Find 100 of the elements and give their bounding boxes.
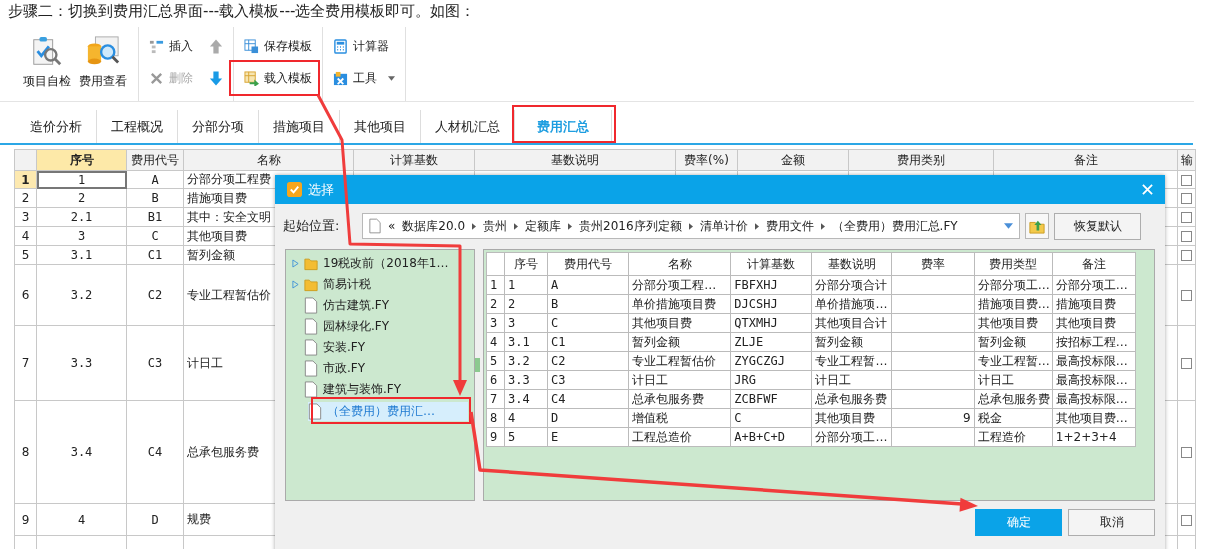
table-cell: 3.2 (504, 351, 548, 371)
table-cell: FBFXHJ (730, 275, 812, 295)
row-number: 2 (14, 188, 37, 208)
row-number: 6 (486, 370, 505, 390)
table-cell: C1 (547, 332, 629, 352)
table-cell: C2 (126, 264, 184, 326)
path-back[interactable]: « (388, 219, 396, 233)
table-cell: 其他项目费 (812, 408, 892, 428)
table-cell: DJCSHJ (730, 294, 812, 314)
path-segment[interactable]: 贵州 (483, 217, 508, 235)
table-cell: ZYGCZGJ (730, 351, 812, 371)
path-segment[interactable]: 贵州2016序列定额 (579, 217, 682, 235)
caption-text: 步骤二：切换到费用汇总界面---载入模板---选全费用模板即可。如图： (7, 1, 477, 22)
table-cell: C3 (547, 370, 629, 390)
toolbar-button[interactable]: 保存模板 (242, 35, 314, 57)
table-cell: C (126, 226, 184, 246)
toolbar-button[interactable]: 插入 (147, 35, 195, 57)
cancel-button[interactable]: 取消 (1068, 509, 1155, 536)
table-cell: 措施项目费 (1052, 294, 1136, 314)
toolbar-button[interactable]: 载入模板 (242, 67, 314, 89)
table-cell: ZCBFWF (730, 389, 812, 409)
tab[interactable]: 造价分析 (16, 110, 97, 143)
toolbar-button[interactable]: 项目自检 (20, 23, 74, 101)
path-segment[interactable]: 费用文件 (765, 217, 814, 235)
table-cell: 其他项目费 (1052, 313, 1136, 333)
tree-item[interactable]: （全费用）费用汇… (308, 402, 468, 421)
column-header: 金额 (737, 149, 849, 171)
table-cell: 税金 (974, 408, 1053, 428)
table-cell: 计日工 (628, 370, 731, 390)
table-cell: 分部分项工程… (628, 275, 731, 295)
table-cell: 暂列金额 (812, 332, 892, 352)
column-header: 名称 (628, 252, 731, 276)
column-header: 备注 (993, 149, 1178, 171)
row-number: 5 (14, 245, 37, 265)
row-number: 5 (486, 351, 505, 371)
column-header: 序号 (36, 149, 127, 171)
table-cell: C4 (547, 389, 629, 409)
table-cell: C3 (126, 325, 184, 401)
table-cell: 3.3 (36, 325, 127, 401)
table-cell: 3.1 (504, 332, 548, 352)
table-cell: 4 (36, 503, 127, 536)
tab[interactable]: 措施项目 (259, 110, 340, 143)
column-header: 费用类型 (974, 252, 1053, 276)
table-cell: E (547, 427, 629, 447)
column-header: 计算基数 (353, 149, 475, 171)
row-number: 1 (486, 275, 505, 295)
table-cell: A+B+C+D (730, 427, 812, 447)
tab[interactable]: 其他项目 (340, 110, 421, 143)
table-cell: 单价措施项… (812, 294, 892, 314)
reset-button[interactable]: 恢复默认 (1054, 212, 1141, 240)
table-cell: 其他项目费… (1052, 408, 1136, 428)
table-cell: 9 (891, 408, 975, 428)
column-header: 序号 (504, 252, 548, 276)
row-number: 9 (486, 427, 505, 447)
table-cell: 3 (504, 313, 548, 333)
table-cell: B (126, 188, 184, 208)
tab[interactable]: 分部分项 (178, 110, 259, 143)
column-header: 费用类别 (848, 149, 994, 171)
table-cell: C (547, 313, 629, 333)
path-field[interactable]: « 数据库20.0 贵州 定额库 贵州2016序列定额 清单计价 费用文件 （全费用）费用汇总.FY (362, 213, 1020, 239)
column-header: 费率(%) (675, 149, 738, 171)
column-header: 基数说明 (474, 149, 676, 171)
table-cell: 3.4 (504, 389, 548, 409)
table-cell: D (547, 408, 629, 428)
table-cell: 3.2 (36, 264, 127, 326)
toolbar-button[interactable]: 工具 (331, 67, 397, 89)
table-cell: C4 (126, 400, 184, 504)
table-cell: 增值税 (628, 408, 731, 428)
table-cell: 1+2+3+4 (1052, 427, 1136, 447)
tab[interactable]: 人材机汇总 (421, 110, 515, 143)
path-segment[interactable]: （全费用）费用汇总.FY (831, 217, 958, 235)
path-segment[interactable]: 定额库 (525, 217, 562, 235)
row-number: 7 (486, 389, 505, 409)
table-cell: 单价措施项目费 (628, 294, 731, 314)
table-cell: 4 (504, 408, 548, 428)
table-cell: B1 (126, 207, 184, 227)
table-cell: A (547, 275, 629, 295)
path-segment[interactable]: 数据库20.0 (402, 217, 466, 235)
table-cell: 分部分项工… (1052, 275, 1136, 295)
column-header: 费用代号 (126, 149, 184, 171)
column-header: 费率 (891, 252, 975, 276)
tab[interactable]: 工程概况 (97, 110, 178, 143)
table-cell: 总承包服务费 (812, 389, 892, 409)
toolbar-button[interactable]: 计算器 (331, 35, 397, 57)
table-cell: 计日工 (812, 370, 892, 390)
table-cell: QTXMHJ (730, 313, 812, 333)
table-cell: 最高投标限… (1052, 370, 1136, 390)
table-cell: 工程总造价 (628, 427, 731, 447)
table-cell: 工程造价 (974, 427, 1053, 447)
table-cell: 专业工程暂估价 (628, 351, 731, 371)
table-cell: 3.1 (36, 245, 127, 265)
toolbar-button[interactable]: 费用查看 (76, 23, 130, 101)
table-cell: 2 (504, 294, 548, 314)
path-segment[interactable]: 清单计价 (699, 217, 748, 235)
column-header: 备注 (1052, 252, 1136, 276)
table-cell: 其他项目费 (974, 313, 1053, 333)
table-cell: B (547, 294, 629, 314)
column-header: 费用代号 (547, 252, 629, 276)
table-cell: A (126, 170, 184, 189)
table-cell: 专业工程暂… (974, 351, 1053, 371)
